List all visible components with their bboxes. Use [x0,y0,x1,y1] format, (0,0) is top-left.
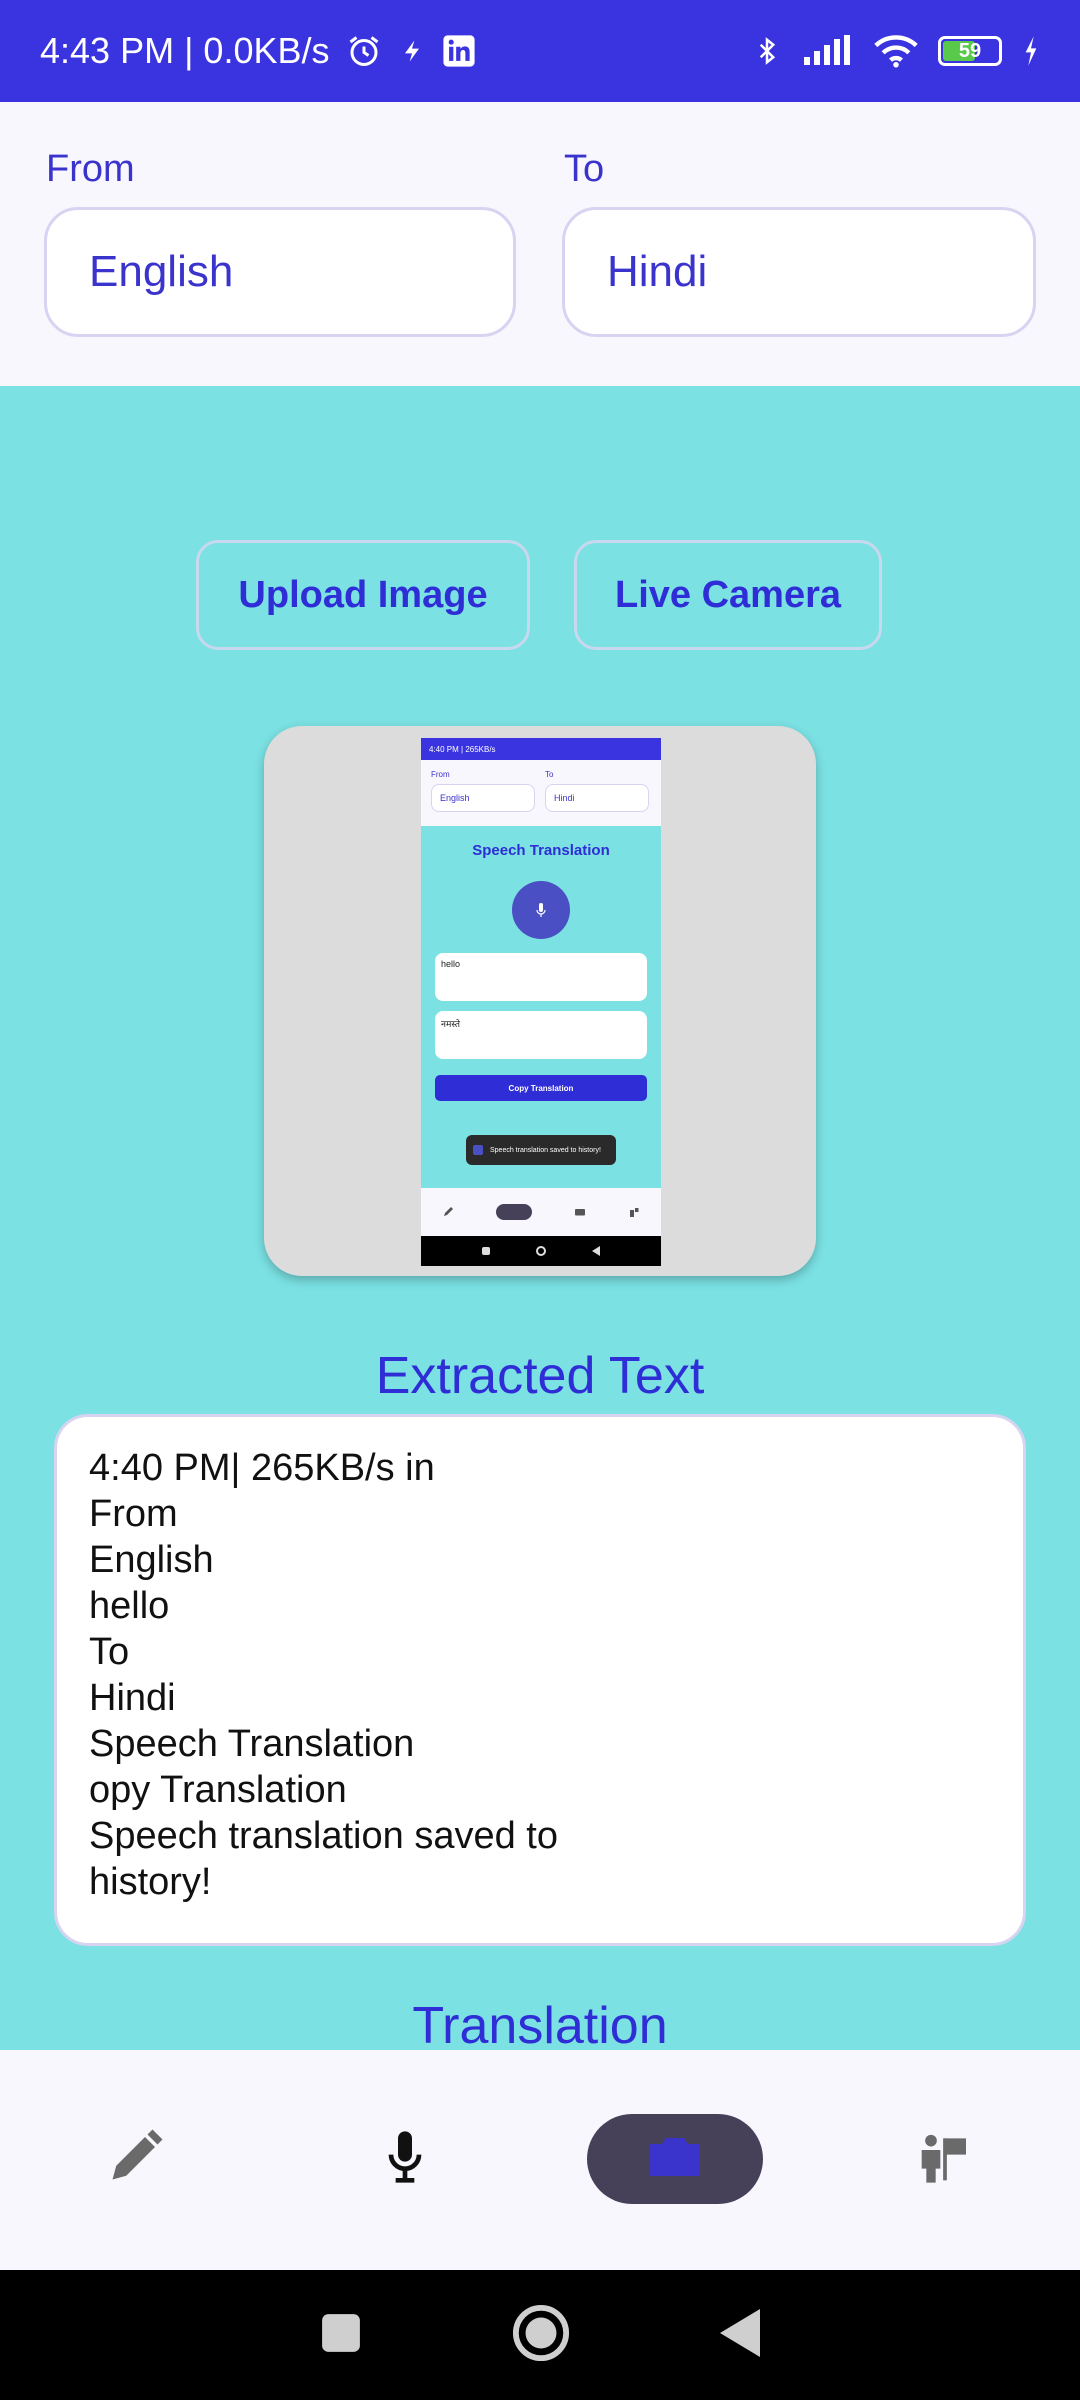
upload-image-button[interactable]: Upload Image [196,540,530,650]
system-nav-bar [0,2270,1080,2400]
preview-screenshot: 4:40 PM | 265KB/s From English To Hindi … [421,738,661,1266]
to-language-dropdown[interactable]: Hindi [562,207,1036,337]
preview-to-value: Hindi [545,784,649,812]
bottom-nav [0,2050,1080,2270]
extracted-line: Speech translation saved to [89,1815,558,1857]
preview-output-field: नमस्ते [435,1011,647,1059]
live-camera-button[interactable]: Live Camera [574,540,882,650]
from-language-dropdown[interactable]: English [44,207,516,337]
nav-tour-guide[interactable] [900,2114,990,2204]
camera-icon [648,2136,702,2183]
to-language-group: To Hindi [562,148,1036,337]
extracted-text-box[interactable]: 4:40 PM| 265KB/s in From English hello T… [54,1414,1026,1946]
from-language-group: From English [44,148,516,337]
extracted-line: history! [89,1861,212,1903]
bluetooth-icon [752,33,782,69]
nav-image-translation[interactable] [587,2114,763,2204]
preview-title: Speech Translation [472,842,610,859]
from-label: From [46,148,135,190]
preview-bottom-nav [421,1188,661,1236]
wifi-icon [874,34,918,68]
preview-language-header: From English To Hindi [421,760,661,826]
tour-guide-icon [917,2129,973,2190]
preview-toast-text: Speech translation saved to history! [490,1146,601,1154]
extracted-line: 4:40 PM| 265KB/s in [89,1447,435,1489]
alarm-icon [346,33,382,69]
battery-level: 59 [958,39,982,62]
battery-icon: 59 [938,36,1002,66]
signal-icon [802,35,854,67]
nav-text-translation[interactable] [90,2114,180,2204]
extracted-line: Speech Translation [89,1723,415,1765]
preview-to-label: To [545,770,554,779]
linkedin-icon [442,34,476,68]
preview-input-field: hello [435,953,647,1001]
extracted-line: English [89,1539,214,1581]
extracted-line: From [89,1493,178,1535]
preview-copy-button: Copy Translation [435,1075,647,1101]
language-selector: From English To Hindi [0,102,1080,386]
image-preview: 4:40 PM | 265KB/s From English To Hindi … [264,726,816,1276]
preview-from-value: English [431,784,535,812]
charging-icon [1022,35,1040,67]
to-label: To [564,148,605,190]
preview-mic-icon [512,881,570,939]
pencil-icon [105,2127,165,2192]
preview-toast: Speech translation saved to history! [466,1135,616,1165]
recent-apps-icon[interactable] [320,2312,362,2359]
preview-from-label: From [431,770,450,779]
preview-system-nav [421,1236,661,1266]
flash-icon [398,36,426,66]
home-icon[interactable] [512,2304,570,2367]
translation-title: Translation [412,1997,668,2055]
preview-status-bar: 4:40 PM | 265KB/s [421,738,661,760]
microphone-icon [385,2129,425,2190]
extracted-line: opy Translation [89,1769,347,1811]
status-time: 4:43 PM | 0.0KB/s [40,30,330,71]
extracted-line: hello [89,1585,170,1627]
nav-speech-translation[interactable] [360,2114,450,2204]
back-icon[interactable] [720,2308,760,2362]
extracted-line: Hindi [89,1677,176,1719]
status-bar: 4:43 PM | 0.0KB/s 59 [0,0,1080,102]
extracted-text-title: Extracted Text [375,1347,705,1405]
extracted-line: To [89,1631,130,1673]
